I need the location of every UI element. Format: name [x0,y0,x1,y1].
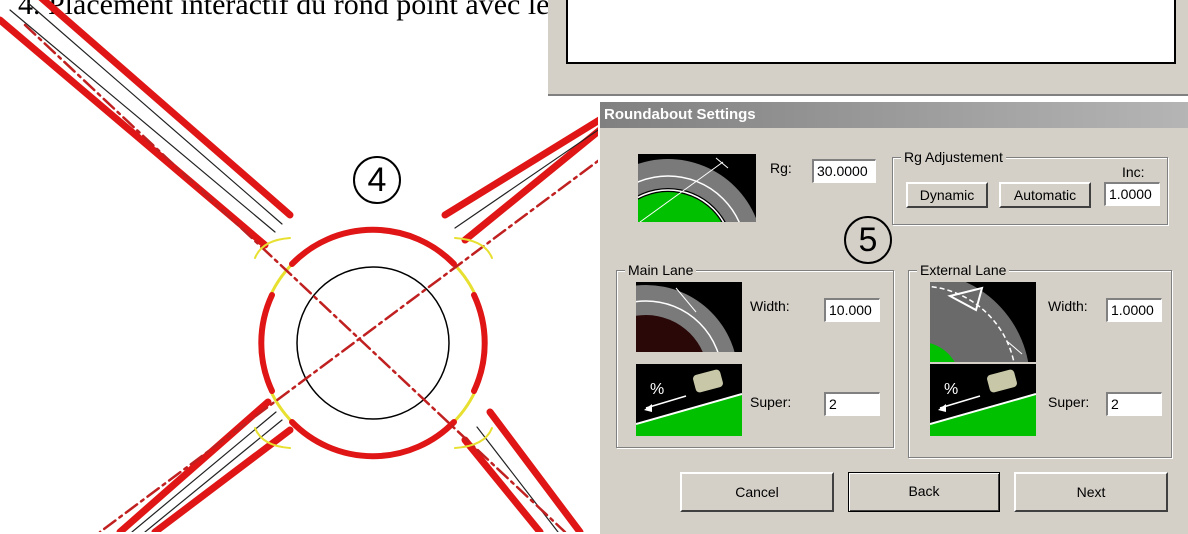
back-button[interactable]: Back [848,472,1000,512]
cancel-button[interactable]: Cancel [680,472,834,512]
inc-input[interactable]: 1.0000 [1104,182,1160,206]
external-lane-super-image: % [930,364,1036,436]
automatic-button[interactable]: Automatic [999,182,1091,208]
dialog-title: Roundabout Settings [600,102,1188,128]
step-4-marker: 4 [353,156,401,204]
outer-ring-red-bottom [289,419,457,460]
axis-line [98,157,600,532]
main-lane-super-image: % [636,364,742,436]
external-lane-width-input[interactable]: 1.0000 [1106,298,1162,322]
outer-ring-red-left [258,292,275,394]
main-lane-title: Main Lane [625,262,697,278]
percent-glyph: % [650,381,664,398]
main-lane-super-label: Super: [750,394,792,410]
axis-line [23,23,567,532]
external-lane-super-label: Super: [1048,394,1090,410]
splitter-island [454,427,493,449]
roundabout-settings-dialog: Roundabout Settings Rg: 30.0000 Rg Adjus… [598,100,1188,534]
rg-adjustement-title: Rg Adjustement [901,149,1006,165]
road-edge [461,126,600,244]
previous-window-fragment [548,0,1188,96]
external-lane-width-label: Width: [1048,298,1088,314]
rg-label: Rg: [770,160,792,176]
road-edge [461,436,544,532]
external-lane-width-image [930,282,1036,362]
previous-window-panel [566,0,1176,64]
outer-ring-red-right [471,292,488,394]
road-lane-line [131,411,277,532]
rg-radius-image [638,154,756,222]
road-lane-line [476,426,559,532]
main-lane-super-input[interactable]: 2 [824,392,880,416]
next-button[interactable]: Next [1014,472,1168,512]
road-edge [0,16,269,249]
percent-glyph: % [944,381,958,398]
road-edge [486,408,584,532]
inc-label: Inc: [1122,164,1145,180]
road-lane-line [27,2,283,225]
main-lane-width-label: Width: [750,298,790,314]
main-lane-width-input[interactable]: 10.000 [824,298,880,322]
roundabout-drawing [0,0,600,532]
road-lane-line [9,9,276,233]
dynamic-button[interactable]: Dynamic [906,182,988,208]
outer-ring-red-top [289,226,457,267]
rg-input[interactable]: 30.0000 [812,159,876,183]
external-lane-super-input[interactable]: 2 [1106,392,1162,416]
road-edge [38,0,294,219]
step-5-marker: 5 [844,216,892,264]
external-lane-title: External Lane [917,262,1010,278]
central-island [296,266,450,420]
main-lane-width-image [636,282,742,352]
